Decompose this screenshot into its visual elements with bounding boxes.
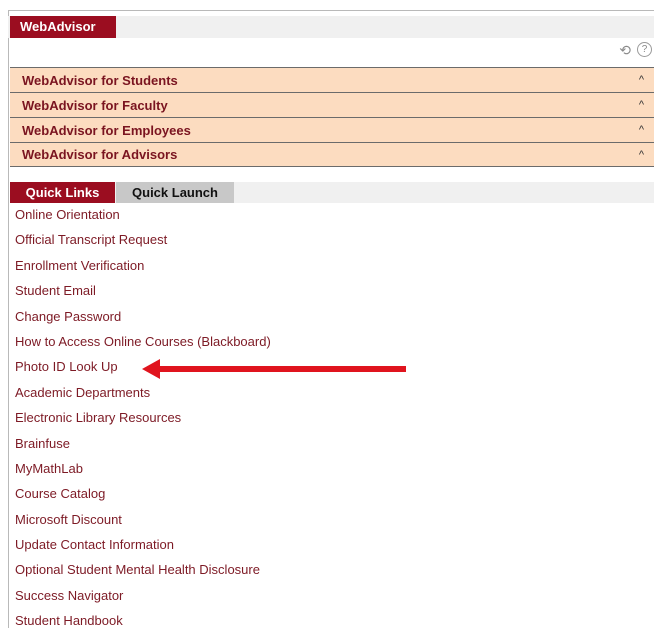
link-enrollment-verification[interactable]: Enrollment Verification [15, 258, 271, 283]
link-student-handbook[interactable]: Student Handbook [15, 613, 271, 638]
accordion-label: WebAdvisor for Faculty [22, 97, 168, 113]
portlet-toolbar: ⟲ ? [619, 42, 652, 57]
refresh-icon[interactable]: ⟲ [619, 43, 631, 57]
chevron-up-icon[interactable]: ^ [639, 74, 644, 86]
accordion-item-students[interactable]: WebAdvisor for Students ^ [10, 67, 654, 92]
link-success-navigator[interactable]: Success Navigator [15, 588, 271, 613]
accordion-item-faculty[interactable]: WebAdvisor for Faculty ^ [10, 92, 654, 117]
tab-quick-links[interactable]: Quick Links [10, 182, 115, 203]
arrow-shape [142, 359, 406, 379]
quick-links-list: Online Orientation Official Transcript R… [15, 207, 271, 639]
tab-webadvisor[interactable]: WebAdvisor [10, 16, 116, 38]
link-microsoft-discount[interactable]: Microsoft Discount [15, 512, 271, 537]
link-online-courses-blackboard[interactable]: How to Access Online Courses (Blackboard… [15, 334, 271, 359]
quick-tabs: Quick Links Quick Launch [10, 182, 654, 203]
accordion-item-advisors[interactable]: WebAdvisor for Advisors ^ [10, 142, 654, 167]
link-mental-health-disclosure[interactable]: Optional Student Mental Health Disclosur… [15, 562, 271, 587]
link-official-transcript-request[interactable]: Official Transcript Request [15, 232, 271, 257]
link-electronic-library-resources[interactable]: Electronic Library Resources [15, 410, 271, 435]
link-change-password[interactable]: Change Password [15, 309, 271, 334]
webadvisor-accordion: WebAdvisor for Students ^ WebAdvisor for… [10, 67, 654, 167]
help-icon[interactable]: ? [637, 42, 652, 57]
link-brainfuse[interactable]: Brainfuse [15, 436, 271, 461]
pointer-arrow [142, 359, 406, 379]
link-mymathlab[interactable]: MyMathLab [15, 461, 271, 486]
link-update-contact-information[interactable]: Update Contact Information [15, 537, 271, 562]
chevron-up-icon[interactable]: ^ [639, 124, 644, 136]
chevron-up-icon[interactable]: ^ [639, 149, 644, 161]
chevron-up-icon[interactable]: ^ [639, 99, 644, 111]
tab-quick-launch[interactable]: Quick Launch [116, 182, 234, 203]
link-course-catalog[interactable]: Course Catalog [15, 486, 271, 511]
link-student-email[interactable]: Student Email [15, 283, 271, 308]
accordion-label: WebAdvisor for Advisors [22, 147, 178, 162]
link-academic-departments[interactable]: Academic Departments [15, 385, 271, 410]
accordion-label: WebAdvisor for Employees [22, 122, 191, 138]
accordion-item-employees[interactable]: WebAdvisor for Employees ^ [10, 117, 654, 142]
accordion-label: WebAdvisor for Students [22, 72, 178, 88]
link-online-orientation[interactable]: Online Orientation [15, 207, 271, 232]
